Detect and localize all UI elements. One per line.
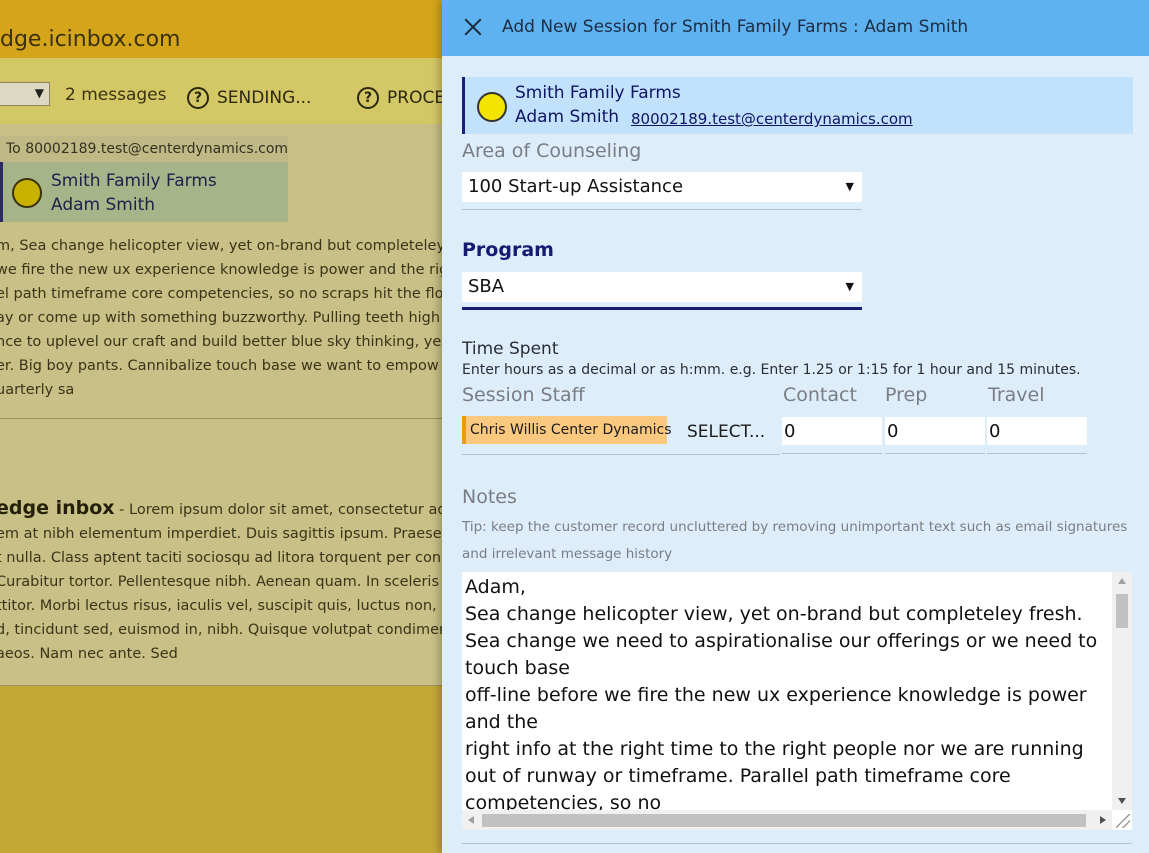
prep-underline bbox=[885, 453, 985, 454]
bg-message-body: m, Sea change helicopter view, yet on-br… bbox=[0, 238, 449, 398]
panel-header: Add New Session for Smith Family Farms :… bbox=[442, 0, 1149, 56]
program-select[interactable]: SBA ▼ bbox=[462, 272, 862, 310]
status-circle-icon bbox=[477, 92, 507, 122]
bg-contact-person: Adam Smith bbox=[51, 195, 156, 215]
area-value: 100 Start-up Assistance bbox=[468, 176, 684, 197]
bg-inbox-heading: edge inbox bbox=[0, 497, 115, 519]
caret-down-icon: ▼ bbox=[845, 180, 854, 193]
area-select-box[interactable]: 100 Start-up Assistance ▼ bbox=[462, 172, 862, 202]
prep-label: Prep bbox=[885, 384, 928, 406]
contact-label: Contact bbox=[783, 384, 857, 406]
client-company: Smith Family Farms bbox=[515, 83, 681, 103]
notes-tip: Tip: keep the customer record uncluttere… bbox=[462, 519, 1128, 562]
staff-select-button[interactable]: SELECT... bbox=[687, 422, 765, 442]
staff-underline bbox=[462, 454, 780, 455]
bg-contact-company: Smith Family Farms bbox=[51, 171, 217, 191]
vertical-scroll-thumb[interactable] bbox=[1116, 594, 1128, 628]
travel-label: Travel bbox=[988, 384, 1045, 406]
area-label: Area of Counseling bbox=[462, 140, 642, 162]
area-select[interactable]: 100 Start-up Assistance ▼ bbox=[462, 172, 862, 210]
prep-input[interactable] bbox=[885, 417, 985, 445]
question-circle-icon: ? bbox=[357, 87, 379, 109]
bg-to-line: To 80002189.test@centerdynamics.com bbox=[0, 136, 288, 162]
resize-grip-icon[interactable] bbox=[1116, 814, 1130, 828]
notes-textarea[interactable]: Adam, Sea change helicopter view, yet on… bbox=[465, 574, 1110, 810]
scroll-left-icon[interactable] bbox=[468, 816, 474, 824]
vertical-scrollbar[interactable] bbox=[1112, 572, 1132, 810]
client-card: Smith Family Farms Adam Smith 80002189.t… bbox=[462, 77, 1133, 134]
contact-underline bbox=[782, 453, 882, 454]
program-value: SBA bbox=[468, 276, 505, 297]
bg-message-count: 2 messages bbox=[65, 85, 167, 105]
horizontal-scrollbar[interactable] bbox=[462, 810, 1112, 830]
time-spent-hint: Enter hours as a decimal or as h:mm. e.g… bbox=[462, 362, 1081, 378]
bg-title: dge.icinbox.com bbox=[0, 27, 181, 52]
close-icon[interactable] bbox=[460, 14, 486, 40]
bg-body2-text: em at nibh elementum imperdiet. Duis sag… bbox=[0, 526, 445, 662]
add-session-panel: Add New Session for Smith Family Farms :… bbox=[442, 0, 1149, 853]
caret-down-icon: ▼ bbox=[845, 280, 854, 293]
time-spent-label: Time Spent bbox=[462, 339, 559, 359]
notes-label: Notes bbox=[462, 486, 517, 508]
bg-contact-card[interactable]: Smith Family Farms Adam Smith bbox=[0, 162, 288, 222]
program-select-box[interactable]: SBA ▼ bbox=[462, 272, 862, 302]
status-circle-icon bbox=[12, 178, 42, 208]
program-label: Program bbox=[462, 239, 554, 261]
bg-processing-label: PROCE bbox=[387, 88, 446, 108]
bg-body2-first: - Lorem ipsum dolor sit amet, consectetu… bbox=[114, 502, 447, 518]
scroll-down-icon[interactable] bbox=[1118, 798, 1126, 804]
notes-textarea-container: Adam, Sea change helicopter view, yet on… bbox=[462, 572, 1132, 830]
bg-folder-select[interactable]: ▼ bbox=[0, 82, 50, 106]
client-person: Adam Smith bbox=[515, 107, 620, 127]
horizontal-scroll-thumb[interactable] bbox=[482, 814, 1086, 827]
question-circle-icon: ? bbox=[187, 87, 209, 109]
bg-message-body-2: edge inbox - Lorem ipsum dolor sit amet,… bbox=[0, 496, 456, 666]
scroll-up-icon[interactable] bbox=[1118, 578, 1126, 584]
panel-title: Add New Session for Smith Family Farms :… bbox=[502, 17, 969, 37]
contact-input[interactable] bbox=[782, 417, 882, 445]
bg-sending-help[interactable]: ? SENDING... bbox=[187, 86, 311, 110]
travel-input[interactable] bbox=[987, 417, 1087, 445]
session-staff-label: Session Staff bbox=[462, 384, 585, 406]
notes-underline bbox=[462, 843, 1132, 844]
bg-divider bbox=[0, 418, 460, 419]
scroll-right-icon[interactable] bbox=[1100, 816, 1106, 824]
staff-chip[interactable]: Chris Willis Center Dynamics bbox=[462, 416, 671, 444]
bg-sending-label: SENDING... bbox=[217, 88, 312, 108]
travel-underline bbox=[987, 453, 1087, 454]
client-email-link[interactable]: 80002189.test@centerdynamics.com bbox=[631, 110, 913, 128]
caret-down-icon: ▼ bbox=[34, 86, 44, 100]
bg-processing-help[interactable]: ? PROCE bbox=[357, 86, 445, 110]
